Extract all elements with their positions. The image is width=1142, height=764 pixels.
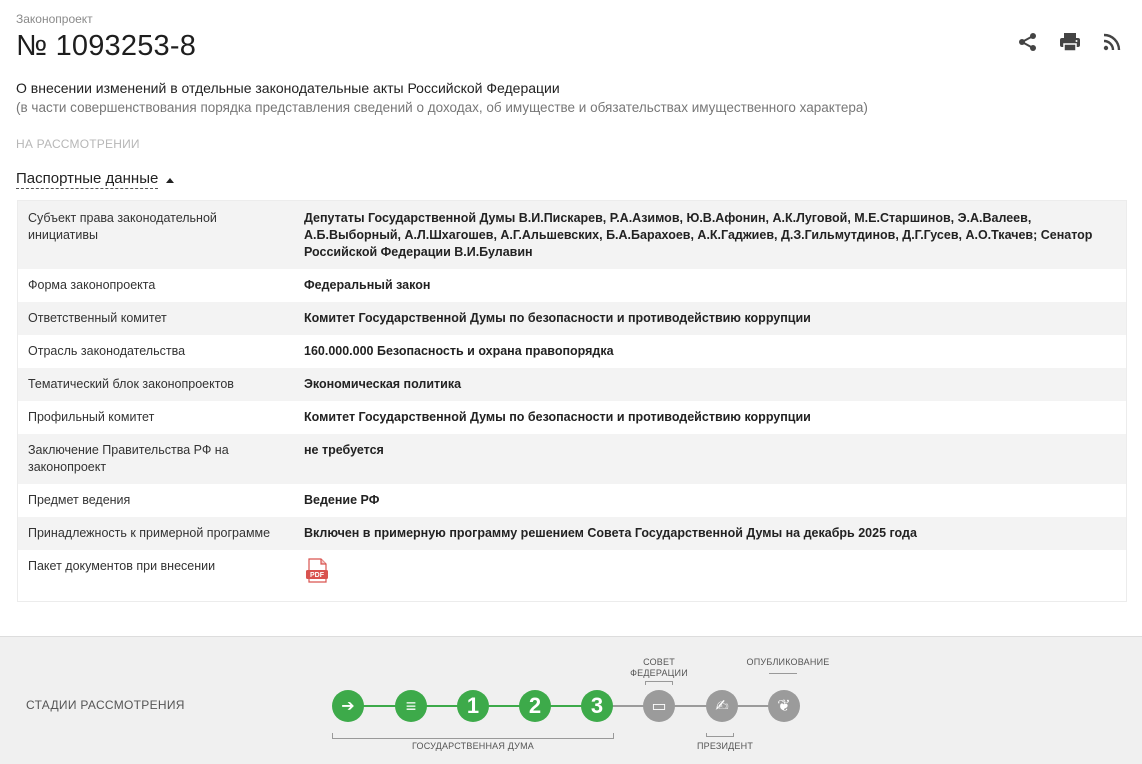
stage-connector-todo (610, 705, 782, 707)
bracket-duma (332, 733, 614, 739)
row-key: Субъект права законодательной инициативы (28, 211, 217, 242)
bracket-council (645, 681, 673, 685)
bracket-publication (769, 670, 797, 674)
stage-preliminary[interactable]: ≡ (395, 690, 427, 722)
table-row: Пакет документов при внесении PDF (18, 550, 1126, 601)
row-key: Предмет ведения (28, 493, 131, 507)
rss-icon[interactable] (1100, 30, 1124, 54)
row-key: Ответственный комитет (28, 311, 167, 325)
table-row: Профильный комитет Комитет Государственн… (18, 401, 1126, 434)
stages-label: СТАДИИ РАССМОТРЕНИЯ (26, 698, 185, 712)
table-row: Форма законопроекта Федеральный закон (18, 269, 1126, 302)
row-key: Тематический блок законопроектов (28, 377, 234, 391)
caption-duma: ГОСУДАРСТВЕННАЯ ДУМА (411, 741, 534, 751)
row-key: Профильный комитет (28, 410, 155, 424)
reading-1-icon: 1 (466, 693, 480, 718)
stage-reading-2[interactable]: 2 (519, 690, 551, 722)
bracket-president (706, 733, 734, 737)
president-sign-icon: ✍ (715, 698, 729, 715)
stage-president[interactable]: ✍ (706, 690, 738, 722)
table-row: Отрасль законодательства 160.000.000 Без… (18, 335, 1126, 368)
passport-table: Субъект права законодательной инициативы… (17, 200, 1127, 602)
table-row: Принадлежность к примерной программе Вкл… (18, 517, 1126, 550)
arrow-right-icon: ➔ (341, 698, 355, 715)
bill-title: О внесении изменений в отдельные законод… (16, 80, 560, 96)
row-value: Экономическая политика (304, 377, 462, 391)
passport-toggle[interactable]: Паспортные данные (16, 170, 175, 189)
row-value: Включен в примерную программу решением С… (304, 526, 917, 540)
bill-number: № 1093253-8 (16, 30, 197, 62)
row-value: Депутаты Государственной Думы В.И.Пискар… (304, 211, 1093, 259)
table-row: Ответственный комитет Комитет Государств… (18, 302, 1126, 335)
status-label: НА РАССМОТРЕНИИ (16, 137, 140, 151)
table-row: Тематический блок законопроектов Экономи… (18, 368, 1126, 401)
table-row: Предмет ведения Ведение РФ (18, 484, 1126, 517)
row-key: Заключение Правительства РФ на законопро… (28, 443, 229, 474)
federation-council-icon: ▭ (651, 698, 667, 715)
stages-panel: СТАДИИ РАССМОТРЕНИЯ ➔ ≡ 1 2 3 ▭ ✍ ❦ СОВЕ… (0, 636, 1142, 764)
row-value: Федеральный закон (304, 278, 431, 292)
bill-subtitle: (в части совершенствования порядка предс… (16, 100, 868, 115)
row-value: Ведение РФ (304, 493, 380, 507)
document-icon: ≡ (405, 695, 417, 716)
passport-toggle-label: Паспортные данные (16, 170, 159, 189)
row-key: Форма законопроекта (28, 278, 156, 292)
stage-publication[interactable]: ❦ (768, 690, 800, 722)
table-row: Субъект права законодательной инициативы… (18, 201, 1126, 269)
caption-council-line2: ФЕДЕРАЦИИ (630, 668, 688, 678)
share-icon[interactable] (1016, 30, 1040, 54)
row-value: PDF (304, 558, 1116, 589)
stage-federation-council[interactable]: ▭ (643, 690, 675, 722)
print-icon[interactable] (1058, 30, 1082, 54)
stage-reading-3[interactable]: 3 (581, 690, 613, 722)
pdf-icon[interactable]: PDF (304, 558, 330, 584)
stage-submission[interactable]: ➔ (332, 690, 364, 722)
caption-publication: ОПУБЛИКОВАНИЕ (746, 657, 830, 667)
row-value: 160.000.000 Безопасность и охрана правоп… (304, 344, 614, 358)
caret-up-icon (166, 178, 175, 183)
stage-reading-1[interactable]: 1 (457, 690, 489, 722)
emblem-icon: ❦ (777, 698, 791, 715)
row-key: Пакет документов при внесении (28, 559, 216, 573)
reading-2-icon: 2 (528, 693, 542, 718)
row-key: Отрасль законодательства (28, 344, 186, 358)
reading-3-icon: 3 (590, 693, 604, 718)
page-kicker: Законопроект (16, 12, 93, 26)
caption-president: ПРЕЗИДЕНТ (696, 741, 754, 751)
table-row: Заключение Правительства РФ на законопро… (18, 434, 1126, 484)
row-value: не требуется (304, 443, 384, 457)
header-actions (1016, 30, 1124, 54)
row-value: Комитет Государственной Думы по безопасн… (304, 311, 811, 325)
caption-council-line1: СОВЕТ (643, 657, 675, 667)
row-key: Принадлежность к примерной программе (28, 526, 271, 540)
pdf-label: PDF (310, 572, 325, 579)
row-value: Комитет Государственной Думы по безопасн… (304, 410, 811, 424)
